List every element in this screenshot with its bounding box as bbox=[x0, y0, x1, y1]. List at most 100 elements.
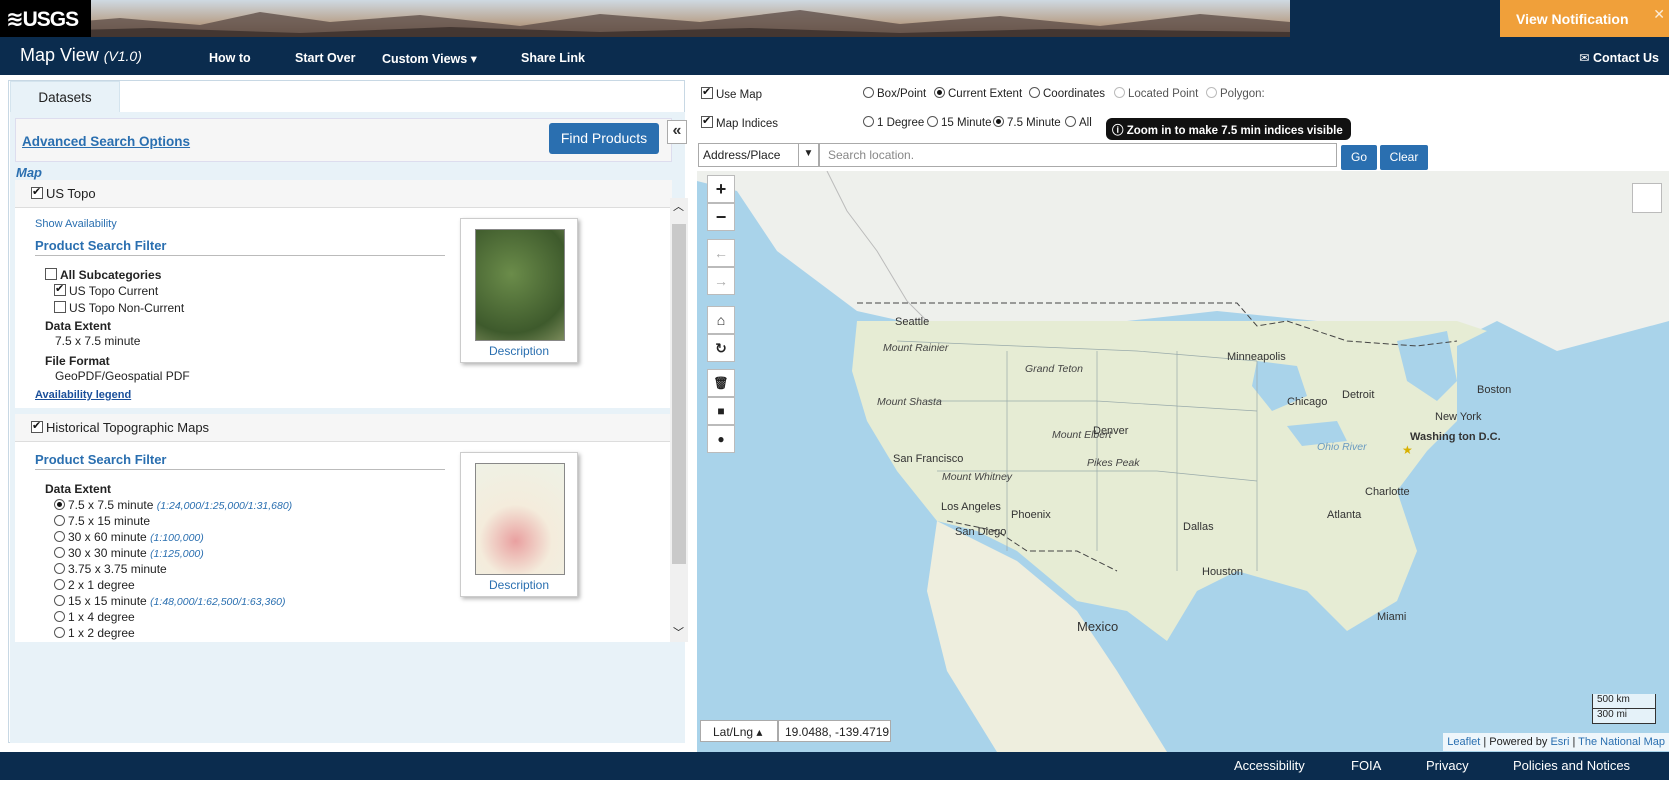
extent-radio[interactable] bbox=[54, 499, 65, 510]
esri-link[interactable]: Esri bbox=[1550, 736, 1569, 748]
file-format-label: File Format bbox=[45, 354, 110, 368]
extent-radio[interactable] bbox=[54, 563, 65, 574]
go-button[interactable]: Go bbox=[1341, 145, 1377, 170]
extent-option-scale: (1:24,000/1:25,000/1:31,680) bbox=[156, 500, 293, 512]
map-indices-checkbox[interactable] bbox=[701, 114, 713, 128]
footer-accessibility[interactable]: Accessibility bbox=[1234, 758, 1305, 773]
coordinates-radio[interactable] bbox=[1029, 87, 1040, 98]
forward-arrow-icon[interactable]: → bbox=[707, 267, 735, 295]
footer: Accessibility FOIA Privacy Policies and … bbox=[0, 752, 1669, 780]
map-label-denver: Denver bbox=[1093, 425, 1129, 437]
tab-datasets[interactable]: Datasets bbox=[10, 81, 120, 113]
historical-checkbox[interactable] bbox=[31, 419, 43, 433]
seven-five-minute-label: 7.5 Minute bbox=[1007, 117, 1061, 129]
extent-radio[interactable] bbox=[54, 515, 65, 526]
fifteen-minute-radio[interactable] bbox=[927, 116, 938, 127]
map-label-phoenix: Phoenix bbox=[1011, 509, 1051, 521]
map-controls-panel: Use Map Box/Point Current Extent Coordin… bbox=[697, 80, 1669, 171]
extent-option-scale: (1:125,000) bbox=[150, 548, 204, 560]
zoom-in-button[interactable]: + bbox=[707, 175, 735, 203]
refresh-icon[interactable]: ↻ bbox=[707, 334, 735, 362]
layers-icon[interactable] bbox=[1632, 183, 1662, 213]
location-pin-icon[interactable]: ● bbox=[707, 425, 735, 453]
footer-policies[interactable]: Policies and Notices bbox=[1513, 758, 1630, 773]
us-topo-checkbox[interactable] bbox=[31, 185, 43, 199]
map-label-ohio: Ohio River bbox=[1317, 441, 1367, 453]
footer-foia[interactable]: FOIA bbox=[1351, 758, 1381, 773]
scrollbar-thumb[interactable] bbox=[672, 224, 686, 564]
data-extent-label: Data Extent bbox=[45, 319, 112, 333]
clear-button[interactable]: Clear bbox=[1380, 145, 1428, 170]
extent-radio[interactable] bbox=[54, 547, 65, 558]
dataset-scrollbar[interactable]: ︿ ﹀ bbox=[670, 198, 688, 642]
map-view[interactable]: + − ← → ⌂ ↻ 🗑 ■ ● Seattle Mount Rainier … bbox=[697, 171, 1669, 752]
coordinate-mode-select[interactable]: Lat/Lng ▴ bbox=[700, 720, 778, 742]
all-indices-label: All bbox=[1079, 117, 1092, 129]
collapse-panel-button[interactable]: « bbox=[667, 120, 687, 144]
us-topo-thumbnail[interactable]: Description bbox=[460, 218, 578, 363]
us-topo-header: US Topo bbox=[15, 180, 672, 208]
us-topo-description-link[interactable]: Description bbox=[461, 344, 577, 358]
all-subcategories-checkbox[interactable] bbox=[45, 268, 57, 280]
extent-radio[interactable] bbox=[54, 611, 65, 622]
footer-privacy[interactable]: Privacy bbox=[1426, 758, 1469, 773]
polygon-radio[interactable] bbox=[1206, 87, 1217, 98]
scale-bar: 500 km 300 mi bbox=[1592, 694, 1656, 724]
trash-icon[interactable]: 🗑 bbox=[707, 369, 735, 397]
map-label-ny: New York bbox=[1435, 411, 1482, 423]
search-options-bar: Advanced Search Options Find Products bbox=[15, 118, 672, 162]
chevron-down-icon: ▼ bbox=[798, 144, 818, 166]
square-draw-icon[interactable]: ■ bbox=[707, 397, 735, 425]
use-map-label: Use Map bbox=[716, 89, 763, 101]
show-availability-link[interactable]: Show Availability bbox=[35, 218, 117, 230]
advanced-search-link[interactable]: Advanced Search Options bbox=[22, 134, 190, 149]
scroll-down-icon[interactable]: ﹀ bbox=[673, 624, 684, 640]
search-location-input[interactable]: Search location. bbox=[819, 143, 1337, 167]
extent-option-label: 7.5 x 15 minute bbox=[68, 514, 151, 528]
use-map-checkbox[interactable] bbox=[701, 85, 713, 99]
extent-radio[interactable] bbox=[54, 531, 65, 542]
us-topo-noncurrent-checkbox[interactable] bbox=[54, 301, 66, 313]
app-version: (V1.0) bbox=[103, 48, 142, 64]
extent-option-label: 2 x 1 degree bbox=[68, 578, 135, 592]
find-products-button[interactable]: Find Products bbox=[549, 123, 659, 154]
extent-radio[interactable] bbox=[54, 579, 65, 590]
us-topo-current-checkbox[interactable] bbox=[54, 282, 66, 296]
usgs-logo[interactable]: ≋USGS bbox=[0, 0, 91, 37]
leaflet-link[interactable]: Leaflet bbox=[1447, 736, 1480, 748]
scroll-up-icon[interactable]: ︿ bbox=[673, 198, 684, 214]
zoom-out-button[interactable]: − bbox=[707, 203, 735, 231]
national-map-link[interactable]: The National Map bbox=[1578, 736, 1665, 748]
one-degree-radio[interactable] bbox=[863, 116, 874, 127]
box-point-radio[interactable] bbox=[863, 87, 874, 98]
all-indices-radio[interactable] bbox=[1065, 116, 1076, 127]
historical-description-link[interactable]: Description bbox=[461, 578, 577, 592]
located-point-radio[interactable] bbox=[1114, 87, 1125, 98]
extent-option-label: 3.75 x 3.75 minute bbox=[68, 562, 167, 576]
extent-option-label: 30 x 30 minute bbox=[68, 546, 147, 560]
contact-us-link[interactable]: ✉ Contact Us bbox=[1579, 50, 1659, 65]
us-topo-preview-image bbox=[475, 229, 565, 341]
map-label-charlotte: Charlotte bbox=[1365, 486, 1410, 498]
data-extent-value: 7.5 x 7.5 minute bbox=[55, 334, 141, 348]
historical-thumbnail[interactable]: Description bbox=[460, 452, 578, 597]
home-icon[interactable]: ⌂ bbox=[707, 306, 735, 334]
extent-radio[interactable] bbox=[54, 627, 65, 638]
availability-legend-link[interactable]: Availability legend bbox=[35, 389, 131, 401]
address-type-select[interactable]: Address/Place ▼ bbox=[698, 143, 819, 167]
map-attribution: Leaflet | Powered by Esri | The National… bbox=[1443, 733, 1669, 751]
historical-title: Historical Topographic Maps bbox=[46, 420, 210, 435]
nav-custom-views[interactable]: Custom Views ▾ bbox=[382, 51, 477, 66]
close-icon[interactable]: ✕ bbox=[1653, 6, 1665, 23]
extent-radio[interactable] bbox=[54, 595, 65, 606]
view-notification-button[interactable]: View Notification ✕ bbox=[1500, 0, 1669, 37]
back-arrow-icon[interactable]: ← bbox=[707, 239, 735, 267]
nav-how-to[interactable]: How to bbox=[209, 51, 251, 65]
nav-share-link[interactable]: Share Link bbox=[521, 51, 585, 65]
current-extent-radio[interactable] bbox=[934, 87, 945, 98]
nav-start-over[interactable]: Start Over bbox=[295, 51, 355, 65]
historical-preview-image bbox=[475, 463, 565, 575]
tab-bar: Datasets bbox=[9, 81, 684, 113]
seven-five-minute-radio[interactable] bbox=[993, 116, 1004, 127]
all-subcategories-label: All Subcategories bbox=[60, 268, 162, 282]
